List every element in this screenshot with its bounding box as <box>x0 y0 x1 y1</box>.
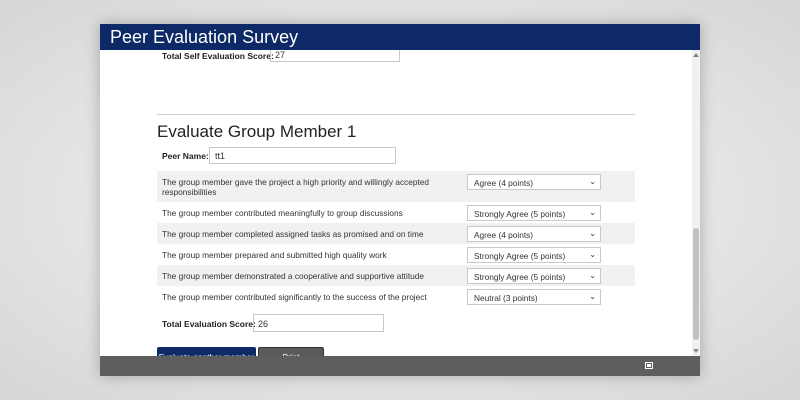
print-button[interactable]: Print <box>258 347 324 356</box>
chevron-down-icon: ⌄ <box>589 250 596 259</box>
peer-name-label: Peer Name: <box>162 151 209 161</box>
total-score-label: Total Evaluation Score: <box>162 319 256 329</box>
question-table: The group member gave the project a high… <box>157 171 635 307</box>
question-row: The group member demonstrated a cooperat… <box>157 265 635 286</box>
chevron-down-icon: ⌄ <box>589 229 596 238</box>
rating-value: Strongly Agree (5 points) <box>474 251 566 261</box>
window-icon[interactable] <box>645 362 653 369</box>
scrollbar-thumb[interactable] <box>693 228 699 340</box>
question-text: The group member gave the project a high… <box>162 177 430 197</box>
survey-content: Total Self Evaluation Score: 27 Evaluate… <box>100 50 700 356</box>
question-text: The group member demonstrated a cooperat… <box>162 271 424 281</box>
question-text: The group member contributed significant… <box>162 292 427 302</box>
survey-window: Peer Evaluation Survey Total Self Evalua… <box>100 24 700 376</box>
vertical-scrollbar[interactable] <box>692 50 700 356</box>
self-evaluation-row: Total Self Evaluation Score: <box>162 50 274 62</box>
total-score-field[interactable]: 26 <box>253 314 384 332</box>
question-text: The group member contributed meaningfull… <box>162 208 403 218</box>
question-row: The group member gave the project a high… <box>157 171 635 202</box>
chevron-down-icon: ⌄ <box>589 271 596 280</box>
question-row: The group member prepared and submitted … <box>157 244 635 265</box>
self-evaluation-label: Total Self Evaluation Score: <box>162 51 274 61</box>
rating-select[interactable]: Strongly Agree (5 points) ⌄ <box>467 268 601 284</box>
rating-select[interactable]: Neutral (3 points) ⌄ <box>467 289 601 305</box>
rating-value: Agree (4 points) <box>474 230 534 240</box>
question-text: The group member prepared and submitted … <box>162 250 387 260</box>
chevron-down-icon: ⌄ <box>589 208 596 217</box>
question-row: The group member contributed significant… <box>157 286 635 307</box>
question-row: The group member contributed meaningfull… <box>157 202 635 223</box>
chevron-down-icon: ⌄ <box>589 177 596 186</box>
evaluate-another-button[interactable]: Evaluate another member <box>157 347 256 356</box>
rating-select[interactable]: Agree (4 points) ⌄ <box>467 226 601 242</box>
window-title: Peer Evaluation Survey <box>100 24 700 50</box>
scroll-up-icon[interactable] <box>693 53 699 57</box>
peer-name-field[interactable]: tt1 <box>209 147 396 164</box>
rating-value: Neutral (3 points) <box>474 293 538 303</box>
scroll-down-icon[interactable] <box>693 349 699 353</box>
question-text: The group member completed assigned task… <box>162 229 424 239</box>
rating-select[interactable]: Agree (4 points) ⌄ <box>467 174 601 190</box>
section-title: Evaluate Group Member 1 <box>157 122 357 141</box>
rating-value: Strongly Agree (5 points) <box>474 272 566 282</box>
rating-value: Strongly Agree (5 points) <box>474 209 566 219</box>
footer-bar <box>100 356 700 376</box>
question-row: The group member completed assigned task… <box>157 223 635 244</box>
rating-value: Agree (4 points) <box>474 178 534 188</box>
rating-select[interactable]: Strongly Agree (5 points) ⌄ <box>467 247 601 263</box>
chevron-down-icon: ⌄ <box>589 292 596 301</box>
rating-select[interactable]: Strongly Agree (5 points) ⌄ <box>467 205 601 221</box>
section-divider <box>157 114 635 115</box>
self-evaluation-score-field[interactable]: 27 <box>270 50 400 62</box>
